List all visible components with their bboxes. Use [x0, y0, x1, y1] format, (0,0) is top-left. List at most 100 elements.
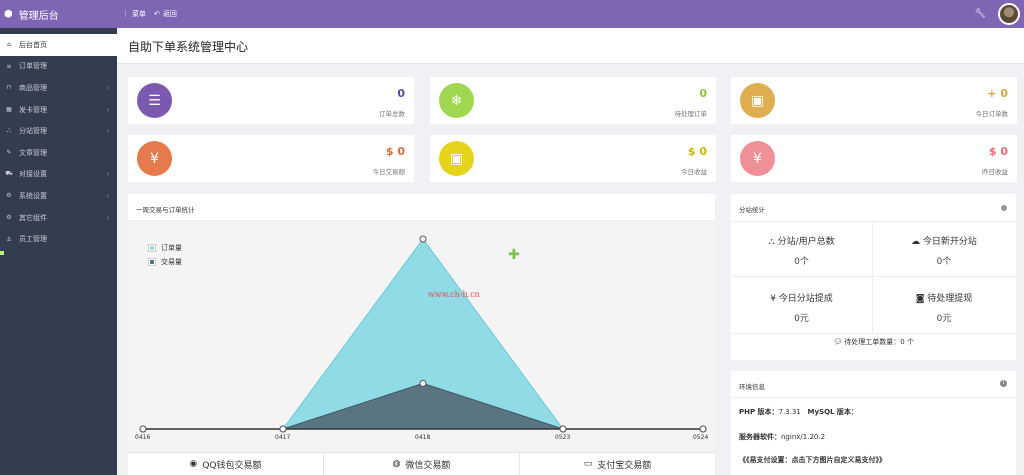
data-point[interactable]: [279, 425, 287, 433]
ticket-count: 💬︎ 待处理工单数量：0 个: [731, 337, 1016, 347]
legend-item[interactable]: 交易量: [148, 255, 182, 269]
yen-icon: ¥: [740, 141, 775, 176]
status-dot-icon[interactable]: [1001, 205, 1007, 211]
page-header: 自助下单系统管理中心: [117, 28, 1024, 64]
sidebar-item-7[interactable]: ⚙ 系统设置 ‹: [0, 185, 117, 207]
data-point[interactable]: [559, 425, 567, 433]
back-label: 返回: [162, 10, 177, 18]
sidebar-item-2[interactable]: ⊓ 商品管理 ‹: [0, 77, 117, 99]
substation-cell-label: 待处理提现: [927, 294, 973, 304]
chart-panel: 一周交易与订单统计: [128, 194, 715, 221]
sidebar-item-0[interactable]: ⌂ 后台首页: [0, 34, 117, 56]
sidebar-item-label: 系统设置: [19, 191, 47, 200]
yen-icon: ¥: [770, 294, 776, 304]
substation-cell-value: 0元: [936, 314, 952, 324]
grid-icon: ▦: [6, 106, 12, 114]
menu-dots-icon: ⋮: [122, 10, 129, 18]
legend-item[interactable]: 订单量: [148, 241, 182, 255]
top-right-tools: 🔧︎: [975, 3, 1020, 25]
stat-label: 今日收益: [681, 168, 707, 176]
sidebar-item-label: 分站管理: [19, 127, 47, 136]
edit-icon: ✎: [6, 149, 12, 157]
substation-cell-title: ¥ 今日分站提成: [731, 291, 872, 304]
substation-cell-label: 今日分站提成: [778, 294, 833, 304]
cloud-icon: ☁: [911, 237, 921, 247]
x-tick-label: 0417: [275, 434, 290, 441]
sidebar-item-label: 后台首页: [19, 40, 47, 49]
stat-card: ▣ $ 0 今日收益: [430, 135, 716, 182]
sidebar-item-3[interactable]: ▦ 发卡管理 ‹: [0, 99, 117, 121]
sidebar-item-label: 其它组件: [19, 213, 47, 222]
comment-icon: 💬︎: [833, 338, 842, 346]
menu-button[interactable]: ⋮ 菜单: [122, 9, 146, 19]
php-value: 7.3.31: [778, 408, 801, 416]
sidebar-item-label: 员工管理: [19, 235, 47, 244]
legend-swatch: [148, 258, 156, 266]
stat-card: ▣ + 0 今日订单数: [731, 77, 1017, 124]
substation-cell: ⛬ 分站/用户总数 0个: [731, 221, 873, 277]
brand-title: 管理后台: [18, 10, 59, 22]
stat-value: 0: [397, 87, 405, 100]
sidebar-item-8[interactable]: ⚙ 其它组件 ‹: [0, 207, 117, 229]
substation-cell-title: ◙ 待处理提现: [873, 291, 1015, 304]
pay-tab[interactable]: ◍ 微信交易额: [324, 453, 520, 475]
briefcase-icon: ▣: [439, 141, 474, 176]
back-button[interactable]: ↶ 返回: [154, 9, 177, 19]
alipay-note[interactable]: 《《易支付设置：点击下方图片自定义易支付》》: [739, 455, 886, 465]
avatar[interactable]: [998, 3, 1020, 25]
legend-label: 交易量: [161, 258, 182, 266]
cart-icon: ⊓: [6, 84, 12, 92]
chart-panel-title: 一周交易与订单统计: [136, 206, 195, 214]
pay-tab[interactable]: ▭ 支付宝交易额: [520, 453, 715, 475]
chevron-left-icon: ‹: [106, 191, 109, 200]
wechat-icon: ◍: [392, 459, 401, 469]
info-icon[interactable]: i: [1000, 380, 1007, 387]
substation-cell: ☁ 今日新开分站 0个: [873, 221, 1015, 277]
mysql-label: MySQL 版本：: [807, 408, 858, 416]
env-title: 环境信息: [739, 383, 765, 391]
stat-value: $ 0: [385, 145, 405, 158]
list-icon: ≡: [6, 62, 12, 70]
php-version: PHP 版本：7.3.31 MySQL 版本：: [739, 407, 858, 417]
sidebar-item-label: 文章管理: [19, 148, 47, 157]
chevron-left-icon: ‹: [106, 105, 109, 114]
qq-icon: ◉: [189, 459, 198, 469]
anchor-icon: ⚓: [6, 235, 12, 243]
sidebar-item-5[interactable]: ✎ 文章管理: [0, 142, 117, 164]
server-software: 服务器软件：nginx/1.20.2: [739, 432, 825, 442]
pay-tab[interactable]: ◉ QQ钱包交易额: [128, 453, 324, 475]
sidebar-item-label: 订单管理: [19, 62, 47, 71]
legend-label: 订单量: [161, 244, 182, 252]
pay-tab-label: 微信交易额: [405, 460, 451, 471]
sidebar-item-4[interactable]: ⛬ 分站管理 ‹: [0, 120, 117, 142]
snowflake-icon: ❄: [439, 83, 474, 118]
legend-swatch: [148, 244, 156, 252]
substation-cell-value: 0个: [936, 257, 952, 267]
pay-tabs: ◉ QQ钱包交易额 ◍ 微信交易额 ▭ 支付宝交易额: [128, 452, 715, 475]
sidebar-item-6[interactable]: ⛟ 对接设置 ‹: [0, 164, 117, 186]
data-point[interactable]: [699, 425, 707, 433]
x-tick-label: 0523: [555, 434, 570, 441]
data-point[interactable]: [419, 235, 427, 243]
stat-label: 今日订单数: [975, 110, 1009, 118]
wrench-icon[interactable]: 🔧︎: [975, 9, 986, 19]
sidebar-item-label: 商品管理: [19, 83, 47, 92]
substation-cell: ¥ 今日分站提成 0元: [731, 278, 873, 334]
move-icon[interactable]: ✚: [508, 247, 520, 263]
pay-tab-label: QQ钱包交易额: [202, 460, 262, 471]
yen-icon: ¥: [137, 141, 172, 176]
sidebar-item-1[interactable]: ≡ 订单管理: [0, 56, 117, 78]
brand[interactable]: ⬢ 管理后台: [0, 0, 117, 28]
stat-label: 订单总数: [379, 110, 405, 118]
home-icon: ⌂: [7, 41, 11, 49]
stat-value: $ 0: [687, 145, 707, 158]
truck-icon: ⛟: [5, 170, 13, 178]
server-value: nginx/1.20.2: [781, 433, 826, 441]
stat-label: 今日交易额: [372, 168, 406, 176]
chart-legend: 订单量 交易量: [148, 241, 182, 269]
data-point[interactable]: [419, 379, 427, 387]
substation-cell: ◙ 待处理提现 0元: [873, 278, 1015, 334]
data-point[interactable]: [139, 425, 147, 433]
sidebar-item-9[interactable]: ⚓ 员工管理: [0, 228, 117, 250]
top-bar: ⬢ 管理后台 ⋮ 菜单 ↶ 返回 🔧︎: [0, 0, 1024, 28]
